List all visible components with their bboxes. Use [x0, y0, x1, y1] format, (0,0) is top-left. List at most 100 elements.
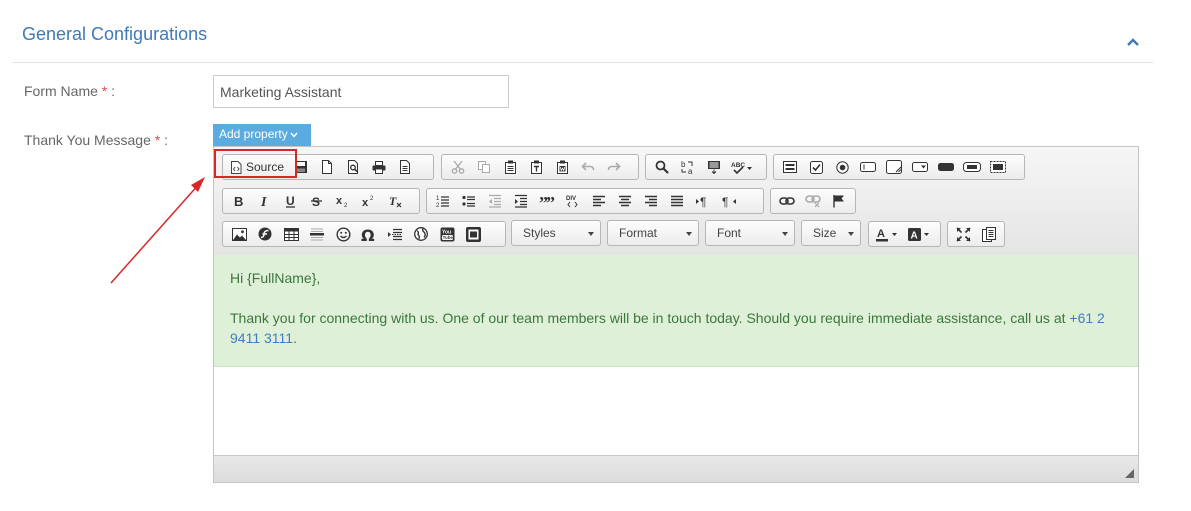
underline-button[interactable]: U: [278, 190, 304, 212]
size-dropdown[interactable]: Size: [801, 220, 861, 246]
blockquote-button[interactable]: ””: [534, 190, 560, 212]
text-field-button[interactable]: [855, 156, 881, 178]
maximize-button[interactable]: [951, 223, 976, 245]
textarea-button[interactable]: [881, 156, 907, 178]
button-tool[interactable]: [933, 156, 959, 178]
collapse-section-button[interactable]: [1126, 34, 1144, 50]
page-break-button[interactable]: [382, 223, 408, 245]
form-button[interactable]: [777, 156, 803, 178]
svg-text:Tube: Tube: [442, 235, 453, 240]
underline-icon: U: [286, 194, 295, 208]
spellcheck-button[interactable]: ABC: [727, 156, 757, 178]
save-icon: [295, 161, 308, 173]
image-button[interactable]: [226, 223, 252, 245]
background-color-button[interactable]: A: [904, 223, 936, 245]
svg-text:Ω: Ω: [361, 227, 375, 242]
flash-button[interactable]: [252, 223, 278, 245]
templates-button[interactable]: [392, 156, 418, 178]
youtube-button[interactable]: You Tube: [434, 223, 460, 245]
hidden-field-button[interactable]: [985, 156, 1011, 178]
show-blocks-button[interactable]: [976, 223, 1001, 245]
source-button[interactable]: Source: [226, 156, 288, 178]
numbered-list-icon: 12: [436, 196, 449, 208]
italic-button[interactable]: I: [252, 190, 278, 212]
bold-button[interactable]: B: [226, 190, 252, 212]
flash-icon: [258, 227, 272, 241]
page-break-icon: [388, 228, 402, 240]
svg-text:A: A: [911, 230, 918, 241]
paste-from-word-button[interactable]: [549, 156, 575, 178]
smiley-button[interactable]: [330, 223, 356, 245]
align-left-button[interactable]: [586, 190, 612, 212]
anchor-button[interactable]: [826, 190, 852, 212]
styles-dropdown[interactable]: Styles: [511, 220, 601, 246]
toolbar-group-paragraph: 12 ”” DIV ¶ ¶: [426, 188, 764, 214]
thank-you-message-box: Hi {FullName}, Thank you for connecting …: [214, 255, 1138, 367]
unlink-button[interactable]: [800, 190, 826, 212]
checkbox-icon: [809, 160, 823, 174]
text-ltr-button[interactable]: ¶: [690, 190, 716, 212]
paste-text-button[interactable]: [523, 156, 549, 178]
text-color-button[interactable]: A: [872, 223, 904, 245]
redo-button[interactable]: [601, 156, 627, 178]
svg-text:1: 1: [436, 196, 440, 202]
greeting-text: Hi {FullName},: [230, 270, 321, 286]
smiley-icon: [335, 226, 351, 242]
preview-button[interactable]: [340, 156, 366, 178]
cut-button[interactable]: [445, 156, 471, 178]
table-button[interactable]: [278, 223, 304, 245]
format-dropdown[interactable]: Format: [607, 220, 699, 246]
outdent-button[interactable]: [482, 190, 508, 212]
editor-content-area[interactable]: Hi {FullName}, Thank you for connecting …: [214, 255, 1138, 458]
form-name-input[interactable]: [213, 75, 509, 108]
media-embed-button[interactable]: [460, 223, 486, 245]
image-button-tool[interactable]: [959, 156, 985, 178]
iframe-button[interactable]: [408, 223, 434, 245]
special-char-button[interactable]: Ω: [356, 223, 382, 245]
omega-icon: Ω: [361, 227, 375, 242]
strikethrough-button[interactable]: S: [304, 190, 330, 212]
resize-handle-icon[interactable]: [1125, 469, 1134, 478]
editor-toolbar: Source ba ABC B I U x 2 x 2 T 1 2 ” ” DI…: [214, 147, 1138, 256]
replace-button[interactable]: ba: [675, 156, 701, 178]
align-right-button[interactable]: [638, 190, 664, 212]
required-mark: *: [101, 83, 108, 99]
subscript-button[interactable]: x2: [330, 190, 356, 212]
svg-text:T: T: [389, 194, 397, 208]
horizontal-rule-button[interactable]: [304, 223, 330, 245]
new-page-button[interactable]: [314, 156, 340, 178]
svg-text:A: A: [877, 228, 885, 240]
bulleted-list-button[interactable]: [456, 190, 482, 212]
radio-button-tool[interactable]: [829, 156, 855, 178]
font-dropdown[interactable]: Font: [705, 220, 795, 246]
justify-button[interactable]: [664, 190, 690, 212]
undo-button[interactable]: [575, 156, 601, 178]
chevron-down-icon: [588, 232, 594, 236]
add-property-button[interactable]: Add property: [213, 124, 311, 146]
print-button[interactable]: [366, 156, 392, 178]
superscript-button[interactable]: x2: [356, 190, 382, 212]
remove-format-button[interactable]: T: [382, 190, 408, 212]
select-field-button[interactable]: [907, 156, 933, 178]
section-divider: [12, 62, 1153, 63]
paste-button[interactable]: [497, 156, 523, 178]
toolbar-group-basicstyles: B I U S x2 x2 T: [222, 188, 420, 214]
editor-status-bar: [214, 455, 1138, 482]
hidden-field-icon: [990, 161, 1006, 173]
text-color-icon: A: [876, 228, 897, 241]
find-button[interactable]: [649, 156, 675, 178]
indent-button[interactable]: [508, 190, 534, 212]
select-all-button[interactable]: [701, 156, 727, 178]
copy-button[interactable]: [471, 156, 497, 178]
text-rtl-button[interactable]: ¶: [716, 190, 742, 212]
checkbox-button[interactable]: [803, 156, 829, 178]
toolbar-group-editing: ba ABC: [645, 154, 767, 180]
bulleted-list-icon: [462, 195, 475, 207]
link-button[interactable]: [774, 190, 800, 212]
save-button[interactable]: [288, 156, 314, 178]
form-icon: [783, 161, 797, 173]
create-div-button[interactable]: DIV: [560, 190, 586, 212]
align-center-button[interactable]: [612, 190, 638, 212]
numbered-list-button[interactable]: 12: [430, 190, 456, 212]
horizontal-rule-icon: [310, 228, 324, 241]
